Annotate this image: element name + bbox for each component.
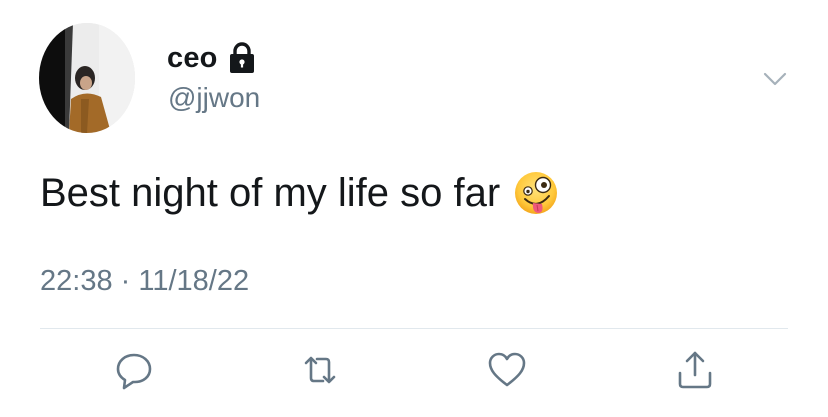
author-name-row: ceo: [167, 38, 256, 78]
tweet-timestamp[interactable]: 22:38 · 11/18/22: [40, 265, 249, 298]
avatar[interactable]: [39, 23, 135, 133]
author-handle[interactable]: @jjwon: [168, 82, 260, 114]
tweet-text-content: Best night of my life so far: [40, 170, 501, 215]
tweet-card: ceo @jjwon Best night of my life so far: [0, 0, 828, 417]
reply-icon[interactable]: [112, 348, 156, 392]
tweet-actions: [0, 348, 828, 398]
share-icon[interactable]: [673, 348, 717, 392]
chevron-down-icon[interactable]: [760, 64, 790, 94]
retweet-icon[interactable]: [298, 348, 342, 392]
tweet-text: Best night of my life so far: [40, 170, 559, 216]
divider: [40, 328, 788, 329]
zany-face-emoji: [513, 170, 559, 216]
display-name[interactable]: ceo: [167, 42, 218, 75]
lock-icon: [228, 42, 256, 74]
heart-icon[interactable]: [485, 348, 529, 392]
